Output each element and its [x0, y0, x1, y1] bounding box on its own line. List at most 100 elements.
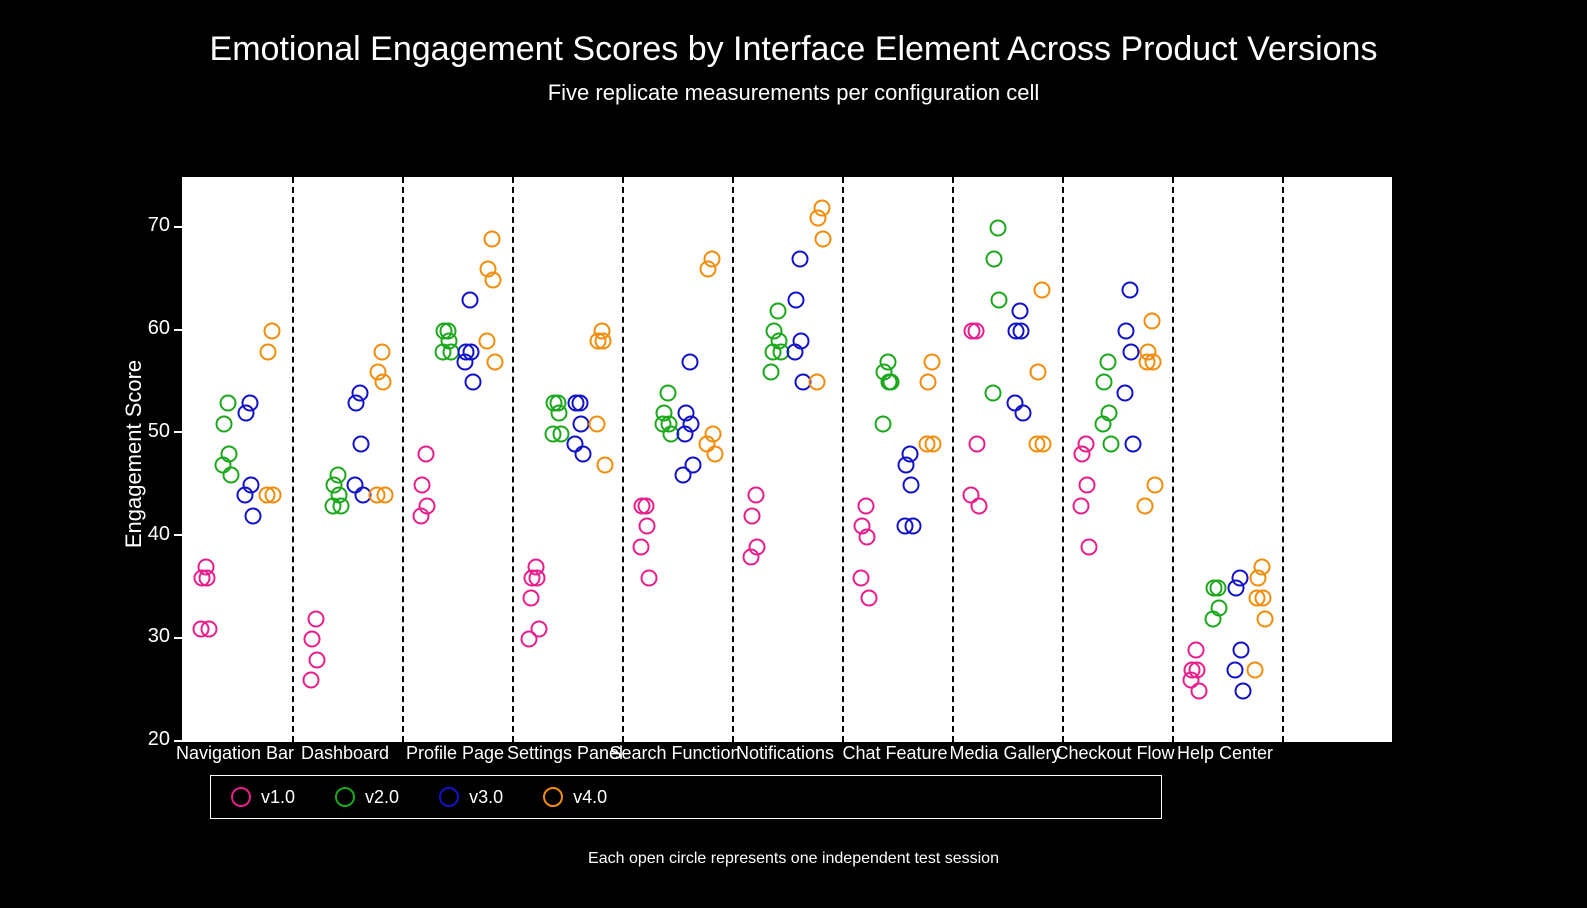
- data-point: [1233, 641, 1250, 658]
- data-point: [1011, 302, 1028, 319]
- legend-marker-icon: [439, 787, 459, 807]
- data-point: [1096, 374, 1113, 391]
- data-point: [634, 497, 651, 514]
- legend-marker-icon: [335, 787, 355, 807]
- data-point: [414, 477, 431, 494]
- data-point: [747, 487, 764, 504]
- data-point: [1028, 436, 1045, 453]
- data-point: [632, 538, 649, 555]
- data-point: [815, 230, 832, 247]
- data-point: [244, 508, 261, 525]
- data-point: [989, 220, 1006, 237]
- data-point: [1248, 590, 1265, 607]
- data-point: [456, 353, 473, 370]
- data-point: [808, 374, 825, 391]
- data-point: [1102, 436, 1119, 453]
- data-point: [1256, 610, 1273, 627]
- data-point: [595, 333, 612, 350]
- data-point: [1138, 353, 1155, 370]
- data-point: [898, 456, 915, 473]
- data-point: [216, 415, 233, 432]
- data-point: [238, 405, 255, 422]
- data-point: [1250, 569, 1267, 586]
- data-point: [744, 508, 761, 525]
- data-point: [986, 251, 1003, 268]
- data-point: [984, 384, 1001, 401]
- y-tick: 30: [120, 625, 170, 648]
- data-point: [304, 631, 321, 648]
- data-point: [675, 466, 692, 483]
- data-point: [1206, 579, 1223, 596]
- data-point: [332, 497, 349, 514]
- data-point: [788, 292, 805, 309]
- data-point: [763, 364, 780, 381]
- category-divider: [842, 177, 844, 742]
- y-tick: 60: [120, 317, 170, 340]
- data-point: [263, 323, 280, 340]
- data-point: [309, 651, 326, 668]
- data-point: [786, 343, 803, 360]
- data-point: [1094, 415, 1111, 432]
- data-point: [1226, 662, 1243, 679]
- legend-label: v4.0: [573, 787, 607, 808]
- data-point: [222, 466, 239, 483]
- data-point: [568, 395, 585, 412]
- data-point: [483, 230, 500, 247]
- data-point: [1123, 343, 1140, 360]
- data-point: [307, 610, 324, 627]
- data-point: [1014, 405, 1031, 422]
- data-point: [348, 395, 365, 412]
- data-point: [486, 353, 503, 370]
- data-point: [904, 518, 921, 535]
- data-point: [1033, 282, 1050, 299]
- data-point: [461, 292, 478, 309]
- x-tick-label: Search Function: [609, 743, 740, 764]
- data-point: [1228, 579, 1245, 596]
- data-point: [791, 251, 808, 268]
- category-divider: [1172, 177, 1174, 742]
- data-point: [969, 436, 986, 453]
- data-point: [700, 261, 717, 278]
- category-divider: [1062, 177, 1064, 742]
- data-point: [639, 518, 656, 535]
- data-point: [970, 497, 987, 514]
- data-point: [1190, 682, 1207, 699]
- data-point: [353, 436, 370, 453]
- data-point: [681, 353, 698, 370]
- data-point: [1099, 353, 1116, 370]
- data-point: [574, 446, 591, 463]
- data-point: [676, 425, 693, 442]
- x-tick-label: Navigation Bar: [176, 743, 294, 764]
- data-point: [920, 374, 937, 391]
- y-tick: 20: [120, 728, 170, 751]
- data-point: [1116, 384, 1133, 401]
- chart-footer: Each open circle represents one independ…: [588, 850, 999, 868]
- data-point: [769, 302, 786, 319]
- x-tick-label: Notifications: [736, 743, 834, 764]
- x-tick-label: Checkout Flow: [1055, 743, 1174, 764]
- data-point: [1030, 364, 1047, 381]
- data-point: [1118, 323, 1135, 340]
- category-divider: [622, 177, 624, 742]
- y-axis-label: Engagement Score: [121, 360, 147, 548]
- data-point: [522, 590, 539, 607]
- category-divider: [292, 177, 294, 742]
- data-point: [640, 569, 657, 586]
- data-point: [991, 292, 1008, 309]
- legend-item-v4.0: v4.0: [543, 787, 607, 808]
- x-tick-label: Chat Feature: [842, 743, 947, 764]
- data-point: [596, 456, 613, 473]
- data-point: [923, 353, 940, 370]
- legend-item-v1.0: v1.0: [231, 787, 295, 808]
- data-point: [859, 528, 876, 545]
- x-tick-label: Dashboard: [301, 743, 389, 764]
- legend-label: v1.0: [261, 787, 295, 808]
- legend-marker-icon: [543, 787, 563, 807]
- data-point: [903, 477, 920, 494]
- data-point: [874, 415, 891, 432]
- data-point: [485, 271, 502, 288]
- legend-label: v3.0: [469, 787, 503, 808]
- data-point: [521, 631, 538, 648]
- data-point: [258, 487, 275, 504]
- data-point: [918, 436, 935, 453]
